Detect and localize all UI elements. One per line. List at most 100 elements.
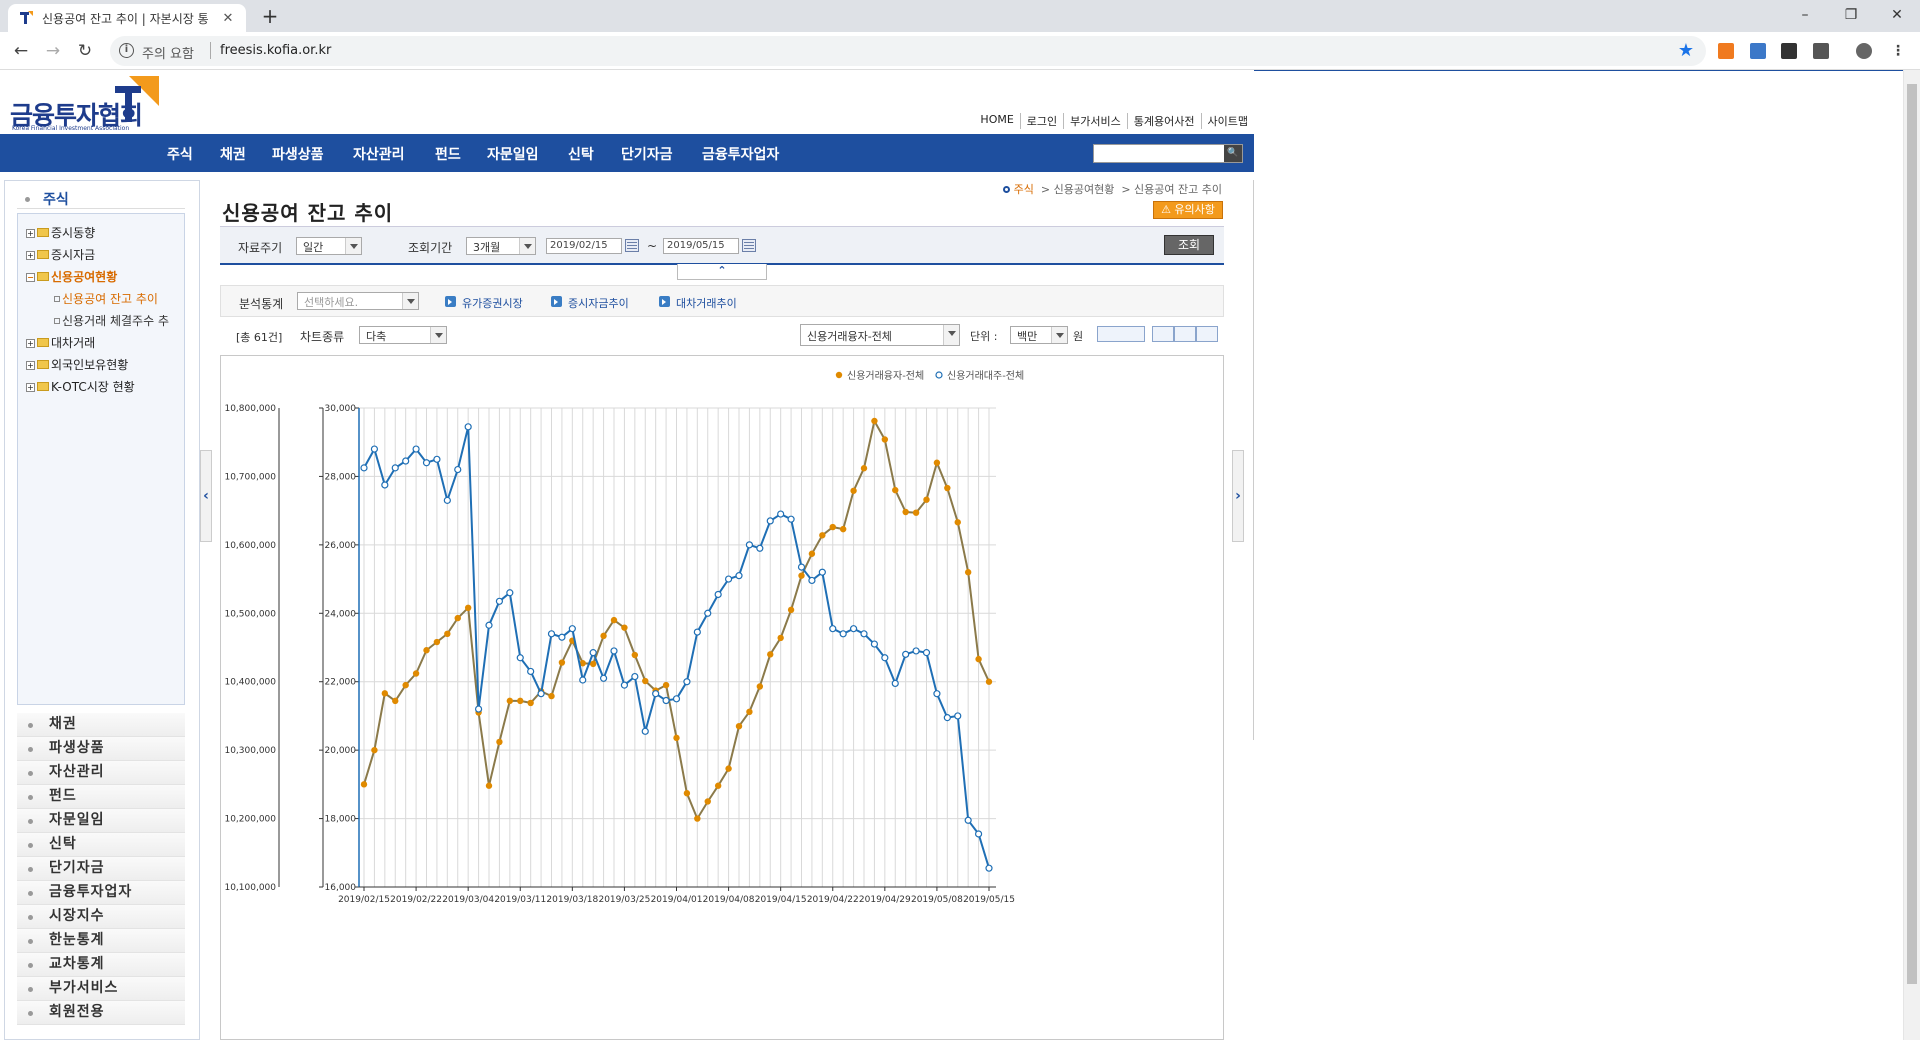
series-select[interactable]: 신용거래융자-전체 [800,324,960,346]
sidebar-title[interactable]: 주식 [17,189,185,209]
breadcrumb-level1[interactable]: > 신용공여현황 [1041,183,1114,196]
address-bar[interactable]: i 주의 요함 freesis.kofia.or.kr ★ [110,36,1706,66]
sidebar-item-fund[interactable]: 펀드 [17,785,185,809]
data-point [392,697,399,705]
info-icon[interactable]: i [119,43,134,58]
gnb-derivatives[interactable]: 파생상품 [272,144,324,164]
search-icon[interactable]: 🔍 [1224,145,1242,162]
grid-view-icon[interactable] [1196,326,1218,342]
data-point [589,660,597,668]
data-point [423,647,430,654]
url-text[interactable]: freesis.kofia.or.kr [220,43,331,58]
x-axis-tick-label: 2019/03/25 [598,895,650,905]
collapse-icon[interactable]: − [26,273,35,282]
back-button[interactable]: ← [9,39,33,63]
profile-avatar-icon[interactable] [1856,43,1872,59]
bookmark-star-icon[interactable]: ★ [1678,40,1694,61]
site-search-input[interactable]: 🔍 [1093,144,1243,163]
scrollbar-thumb[interactable] [1907,84,1917,984]
gnb-advisory[interactable]: 자문일임 [487,144,539,164]
tree-node-foreign-holdings[interactable]: + 외국인보유현황 [26,356,128,373]
sidebar-item-overview-stats[interactable]: 한눈통계 [17,929,185,953]
notice-button[interactable]: ⚠ 유의사항 [1153,201,1223,219]
link-market-funds-trend[interactable]: 증시자금추이 [551,295,629,311]
window-minimize-button[interactable]: – [1782,0,1828,32]
analysis-select[interactable]: 선택하세요. [297,292,419,310]
window-close-button[interactable]: ✕ [1874,0,1920,32]
expand-icon[interactable]: + [26,361,35,370]
security-label: 주의 요함 [142,47,194,62]
sidebar-item-bond[interactable]: 채권 [17,713,185,737]
sidebar-item-cross-stats[interactable]: 교차통계 [17,953,185,977]
tree-leaf-credit-balance[interactable]: 신용공여 잔고 추이 [54,290,158,307]
breadcrumb-home[interactable]: 주식 [1014,183,1034,196]
home-link[interactable]: HOME [974,113,1019,129]
page-scrollbar[interactable] [1903,70,1920,1040]
expand-icon[interactable]: + [26,339,35,348]
reload-button[interactable]: ↻ [73,39,97,63]
tree-node-market-trend[interactable]: + 증시동향 [26,224,95,241]
gnb-bond[interactable]: 채권 [220,144,246,164]
extension-4-icon[interactable] [1813,43,1829,59]
extension-3-icon[interactable] [1781,43,1797,59]
link-lending-trend[interactable]: 대차거래추이 [659,295,737,311]
query-button[interactable]: 조회 [1164,235,1214,255]
gnb-asset-management[interactable]: 자산관리 [353,144,405,164]
sidebar-item-advisory[interactable]: 자문일임 [17,809,185,833]
start-date-input[interactable]: 2019/02/15 [546,238,622,254]
glossary-link[interactable]: 통계용어사전 [1126,113,1201,129]
calendar-icon[interactable] [742,239,756,252]
tree-node-market-funds[interactable]: + 증시자금 [26,246,95,263]
data-point [829,625,837,633]
sidebar-collapse-handle[interactable]: ‹ [200,450,212,542]
sidebar-item-market-index[interactable]: 시장지수 [17,905,185,929]
sidebar-item-extra-service[interactable]: 부가서비스 [17,977,185,1001]
range-select[interactable]: 3개월 [466,237,536,255]
tree-node-lending[interactable]: + 대차거래 [26,334,95,351]
period-select[interactable]: 일간 [296,237,362,255]
expand-icon[interactable]: + [26,383,35,392]
site-logo[interactable]: 금융투자협회 Korea Financial Investment Associ… [10,76,160,134]
extension-2-icon[interactable] [1750,43,1766,59]
sidebar-item-asset-management[interactable]: 자산관리 [17,761,185,785]
chart-type-select[interactable]: 다축 [359,326,447,344]
tree-node-credit-status[interactable]: − 신용공여현황 [26,268,117,285]
data-point [860,630,868,638]
sidebar-item-investment-firms[interactable]: 금융투자업자 [17,881,185,905]
gnb-stock[interactable]: 주식 [167,144,193,164]
extension-1-icon[interactable] [1718,43,1734,59]
end-date-input[interactable]: 2019/05/15 [663,238,739,254]
chart-view-icon[interactable] [1097,326,1145,342]
gnb-short-term-funds[interactable]: 단기자금 [621,144,673,164]
window-maximize-button[interactable]: ❐ [1828,0,1874,32]
gnb-investment-firms[interactable]: 금융투자업자 [702,144,779,164]
sidebar-item-short-term[interactable]: 단기자금 [17,857,185,881]
gnb-trust[interactable]: 신탁 [568,144,594,164]
data-point [808,576,816,585]
right-panel-expand-handle[interactable]: › [1232,450,1244,542]
unit-select[interactable]: 백만 [1010,326,1068,344]
expand-icon[interactable]: + [26,229,35,238]
new-tab-button[interactable]: + [258,5,282,29]
sidebar-item-members[interactable]: 회원전용 [17,1001,185,1025]
sidebar-item-derivatives[interactable]: 파생상품 [17,737,185,761]
link-kospi[interactable]: 유가증권시장 [445,295,523,311]
gnb-fund[interactable]: 펀드 [435,144,461,164]
sidebar-item-trust[interactable]: 신탁 [17,833,185,857]
forward-button[interactable]: → [41,39,65,63]
browser-menu-icon[interactable]: ⋮ [1890,43,1906,59]
expand-icon[interactable]: + [26,251,35,260]
table-view-icon[interactable] [1152,326,1174,342]
filter-collapse-button[interactable]: ⌃ [677,264,767,280]
tree-node-kotc[interactable]: + K-OTC시장 현황 [26,378,135,395]
address-divider [210,42,211,59]
extra-service-link[interactable]: 부가서비스 [1063,113,1127,129]
tab-close-icon[interactable]: ✕ [220,11,236,26]
tree-leaf-credit-trades[interactable]: 신용거래 체결주수 추 [54,312,169,329]
login-link[interactable]: 로그인 [1019,113,1063,129]
sitemap-link[interactable]: 사이트맵 [1200,113,1254,129]
calendar-icon[interactable] [625,239,639,252]
browser-tab[interactable]: 신용공여 잔고 추이 | 자본시장 통 ✕ [8,4,246,32]
data-point [944,484,951,492]
split-view-icon[interactable] [1174,326,1196,342]
